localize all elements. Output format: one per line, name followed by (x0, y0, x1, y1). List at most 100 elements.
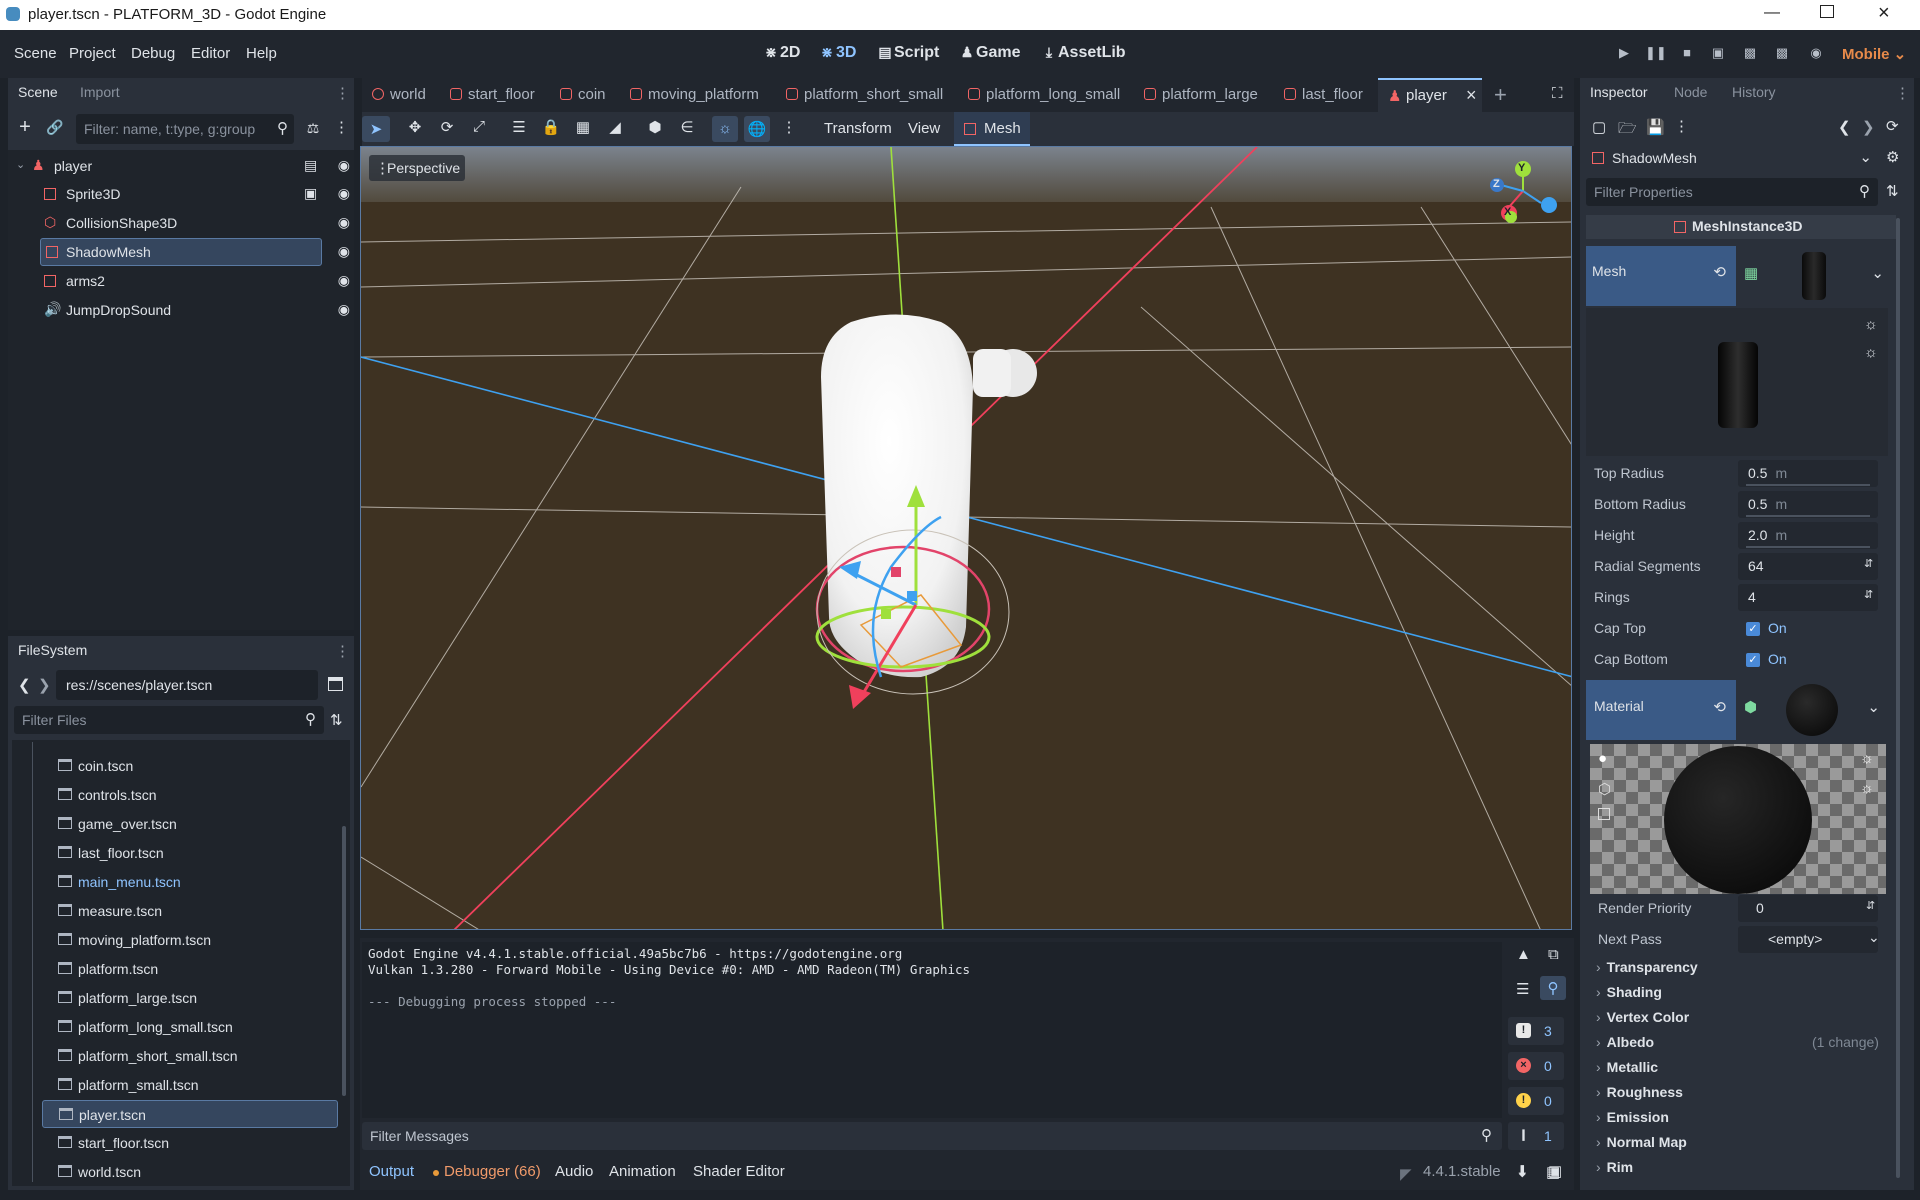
tab-shader-editor[interactable]: Shader Editor (693, 1163, 785, 1180)
close-tab-icon[interactable]: × (1466, 85, 1477, 106)
play-scene-icon[interactable]: ▩ (1740, 45, 1760, 63)
value-slider[interactable] (1746, 484, 1870, 486)
scene-tab-platform-short-small[interactable]: platform_short_small (786, 78, 943, 112)
mode-assetlib-button[interactable]: ⤓ AssetLib (1040, 43, 1126, 62)
file-item[interactable]: coin.tscn (42, 752, 338, 780)
file-item[interactable]: platform_short_small.tscn (42, 1042, 338, 1070)
spinner-icon[interactable]: ⇵ (1866, 899, 1875, 912)
scene-tab-world[interactable]: world (372, 78, 426, 112)
group-icon[interactable]: ▦ (572, 118, 594, 140)
minimize-icon[interactable]: — (1764, 4, 1780, 22)
add-node-icon[interactable]: + (16, 117, 34, 137)
menu-scene[interactable]: Scene (14, 45, 57, 62)
chevron-down-icon[interactable]: ⌄ (1871, 264, 1884, 282)
file-filter-field[interactable]: Filter Files ⚲ (14, 706, 324, 734)
rotate-mode-icon[interactable]: ⟳ (436, 118, 458, 140)
tab-output[interactable]: Output (369, 1163, 414, 1180)
filter-messages-field[interactable]: Filter Messages ⚲ (362, 1122, 1502, 1150)
tab-inspector[interactable]: Inspector (1580, 78, 1658, 106)
file-item[interactable]: platform.tscn (42, 955, 338, 983)
visibility-eye-icon[interactable]: ◉ (338, 272, 350, 289)
file-item[interactable]: start_floor.tscn (42, 1129, 338, 1157)
file-item[interactable]: platform_small.tscn (42, 1071, 338, 1099)
sphere-shape-icon[interactable]: ● (1598, 750, 1607, 767)
visibility-eye-icon[interactable]: ◉ (338, 243, 350, 260)
prop-radial-segments[interactable]: Radial Segments 64 ⇵ (1586, 551, 1886, 582)
forward-arrow-icon[interactable]: ❯ (38, 676, 51, 694)
mode-3d-button[interactable]: ⋇ 3D (818, 43, 856, 62)
stop-icon[interactable]: ■ (1677, 45, 1697, 63)
lock-icon[interactable]: 🔒 (540, 118, 562, 140)
add-scene-tab-icon[interactable]: + (1494, 82, 1507, 108)
filesystem-scrollbar[interactable] (342, 826, 346, 1096)
clear-output-icon[interactable]: ▲ (1516, 946, 1531, 963)
message-count-toggle[interactable]: ! 3 (1508, 1017, 1564, 1045)
file-item[interactable]: main_menu.tscn (42, 868, 338, 896)
error-count-toggle[interactable]: × 0 (1508, 1052, 1564, 1080)
link-icon[interactable]: 🔗 (46, 118, 64, 136)
chevron-down-icon[interactable]: ⌄ (1867, 698, 1880, 716)
resource-menu-icon[interactable]: ⋮ (1674, 117, 1689, 135)
pause-icon[interactable]: ❚❚ (1645, 45, 1667, 63)
play-icon[interactable]: ▶ (1614, 45, 1634, 63)
prop-height[interactable]: Height 2.0 m (1586, 520, 1886, 551)
renderer-select[interactable]: Mobile ⌄ (1842, 45, 1906, 63)
filter-toggle-icon[interactable]: ☰ (1516, 980, 1529, 998)
light-2-icon[interactable]: ☼ (1860, 780, 1874, 797)
save-resource-icon[interactable]: 💾 (1646, 118, 1665, 136)
tree-node-sprite3d[interactable]: Sprite3D ▣ ◉ (14, 180, 354, 208)
section-roughness[interactable]: › Roughness (1596, 1084, 1683, 1100)
remote-debug-icon[interactable]: ▣ (1708, 45, 1728, 63)
visibility-eye-icon[interactable]: ◉ (338, 301, 350, 318)
file-item[interactable]: platform_long_small.tscn (42, 1013, 338, 1041)
scene-tab-platform-long-small[interactable]: platform_long_small (968, 78, 1120, 112)
tab-animation[interactable]: Animation (609, 1163, 676, 1180)
view-menu[interactable]: View (908, 120, 940, 137)
inspector-settings-icon[interactable]: ⇅ (1886, 182, 1899, 200)
file-item[interactable]: controls.tscn (42, 781, 338, 809)
group-icon[interactable]: ▣ (304, 185, 317, 202)
menu-help[interactable]: Help (246, 45, 277, 62)
new-resource-icon[interactable]: ▢ (1592, 118, 1606, 136)
expand-bottom-panel-icon[interactable]: ▤ (1546, 1163, 1560, 1181)
tree-node-arms2[interactable]: arms2 ◉ (14, 267, 354, 295)
pin-panel-icon[interactable]: ⬇ (1516, 1163, 1529, 1181)
box-shape-icon[interactable]: ⬡ (1598, 780, 1611, 798)
more-options-icon[interactable]: ⋮ (778, 118, 800, 140)
history-forward-icon[interactable]: ❯ (1862, 118, 1875, 136)
select-mode-icon[interactable]: ➤ (362, 116, 390, 142)
dock-menu-icon[interactable]: ⋮ (1895, 84, 1910, 102)
back-arrow-icon[interactable]: ❮ (18, 676, 31, 694)
section-albedo[interactable]: › Albedo (1596, 1034, 1654, 1050)
local-space-icon[interactable]: ⬢ (644, 118, 666, 140)
dock-menu-icon[interactable]: ⋮ (335, 642, 350, 660)
maximize-icon[interactable] (1820, 5, 1834, 18)
menu-project[interactable]: Project (69, 45, 116, 62)
quad-shape-icon[interactable] (1598, 808, 1610, 820)
checkbox-checked-icon[interactable]: ✓ (1746, 653, 1760, 667)
3d-viewport[interactable]: Y Z X ⋮ Perspective (360, 146, 1572, 930)
section-rim[interactable]: › Rim (1596, 1159, 1633, 1175)
movie-maker-icon[interactable]: ◉ (1806, 45, 1826, 63)
prop-top-radius[interactable]: Top Radius 0.5 m (1586, 458, 1886, 489)
value-slider[interactable] (1746, 515, 1870, 517)
prop-render-priority[interactable]: Render Priority 0 ⇵ (1590, 893, 1890, 924)
tab-filesystem[interactable]: FileSystem (8, 636, 98, 664)
tab-scene[interactable]: Scene (8, 78, 68, 106)
section-metallic[interactable]: › Metallic (1596, 1059, 1658, 1075)
scene-filter-field[interactable]: Filter: name, t:type, g:group ⚲ (76, 114, 294, 144)
prop-bottom-radius[interactable]: Bottom Radius 0.5 m (1586, 489, 1886, 520)
revert-icon[interactable]: ⟲ (1713, 698, 1726, 716)
dock-menu-icon[interactable]: ⋮ (335, 84, 350, 102)
file-item[interactable]: world.tscn (42, 1158, 338, 1186)
scene-tab-coin[interactable]: coin (560, 78, 606, 112)
menu-editor[interactable]: Editor (191, 45, 230, 62)
property-filter-field[interactable]: Filter Properties ⚲ (1586, 178, 1878, 206)
file-item[interactable]: platform_large.tscn (42, 984, 338, 1012)
object-selector[interactable]: ShadowMesh ⌄ (1586, 144, 1878, 172)
light-2-icon[interactable]: ☼ (1864, 344, 1878, 361)
visibility-eye-icon[interactable]: ◉ (338, 214, 350, 231)
tree-node-collisionshape3d[interactable]: ⬡ CollisionShape3D ◉ (14, 209, 354, 237)
object-history-icon[interactable]: ⟳ (1886, 117, 1899, 135)
prop-rings[interactable]: Rings 4 ⇵ (1586, 582, 1886, 613)
